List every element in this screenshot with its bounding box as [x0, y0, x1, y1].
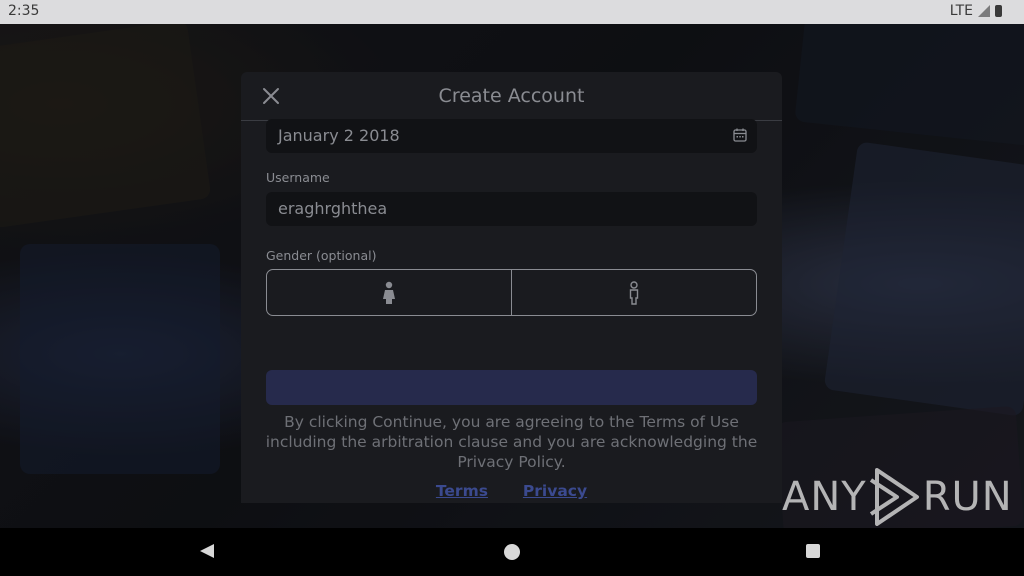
play-logo-icon [869, 468, 919, 526]
legal-links: Terms Privacy [241, 482, 782, 500]
recent-apps-icon[interactable] [806, 544, 820, 558]
legal-text: By clicking Continue, you are agreeing t… [265, 413, 758, 471]
username-value: eraghrghthea [278, 199, 388, 218]
status-bar: 2:35 LTE [0, 0, 1024, 24]
navigation-bar [0, 528, 1024, 576]
back-icon[interactable] [200, 544, 214, 558]
status-icons: LTE [950, 3, 1002, 19]
anyrun-watermark: ANY RUN [782, 466, 1013, 528]
gender-selector [266, 269, 757, 316]
terms-link[interactable]: Terms [436, 482, 488, 500]
calendar-icon[interactable] [733, 128, 747, 142]
birthday-field[interactable]: January 2 2018 [266, 119, 757, 153]
network-type: LTE [949, 3, 973, 19]
home-icon[interactable] [504, 544, 520, 560]
gender-male-button[interactable] [511, 270, 756, 315]
create-account-dialog: Create Account January 2 2018 Username e… [241, 72, 782, 503]
gender-female-button[interactable] [267, 270, 511, 315]
battery-icon [995, 5, 1002, 17]
dialog-header: Create Account [241, 72, 782, 121]
username-label: Username [266, 170, 330, 185]
watermark-text-right: RUN [922, 474, 1013, 520]
continue-button[interactable] [266, 370, 757, 405]
dialog-title: Create Account [438, 85, 585, 107]
gender-label: Gender (optional) [266, 248, 377, 263]
username-field[interactable]: eraghrghthea [266, 192, 757, 226]
signal-icon [978, 5, 990, 17]
status-time: 2:35 [8, 3, 40, 19]
watermark-text-left: ANY [782, 474, 867, 520]
birthday-value: January 2 2018 [278, 126, 400, 145]
male-icon [629, 280, 639, 305]
female-icon [383, 281, 395, 304]
privacy-link[interactable]: Privacy [523, 482, 587, 500]
